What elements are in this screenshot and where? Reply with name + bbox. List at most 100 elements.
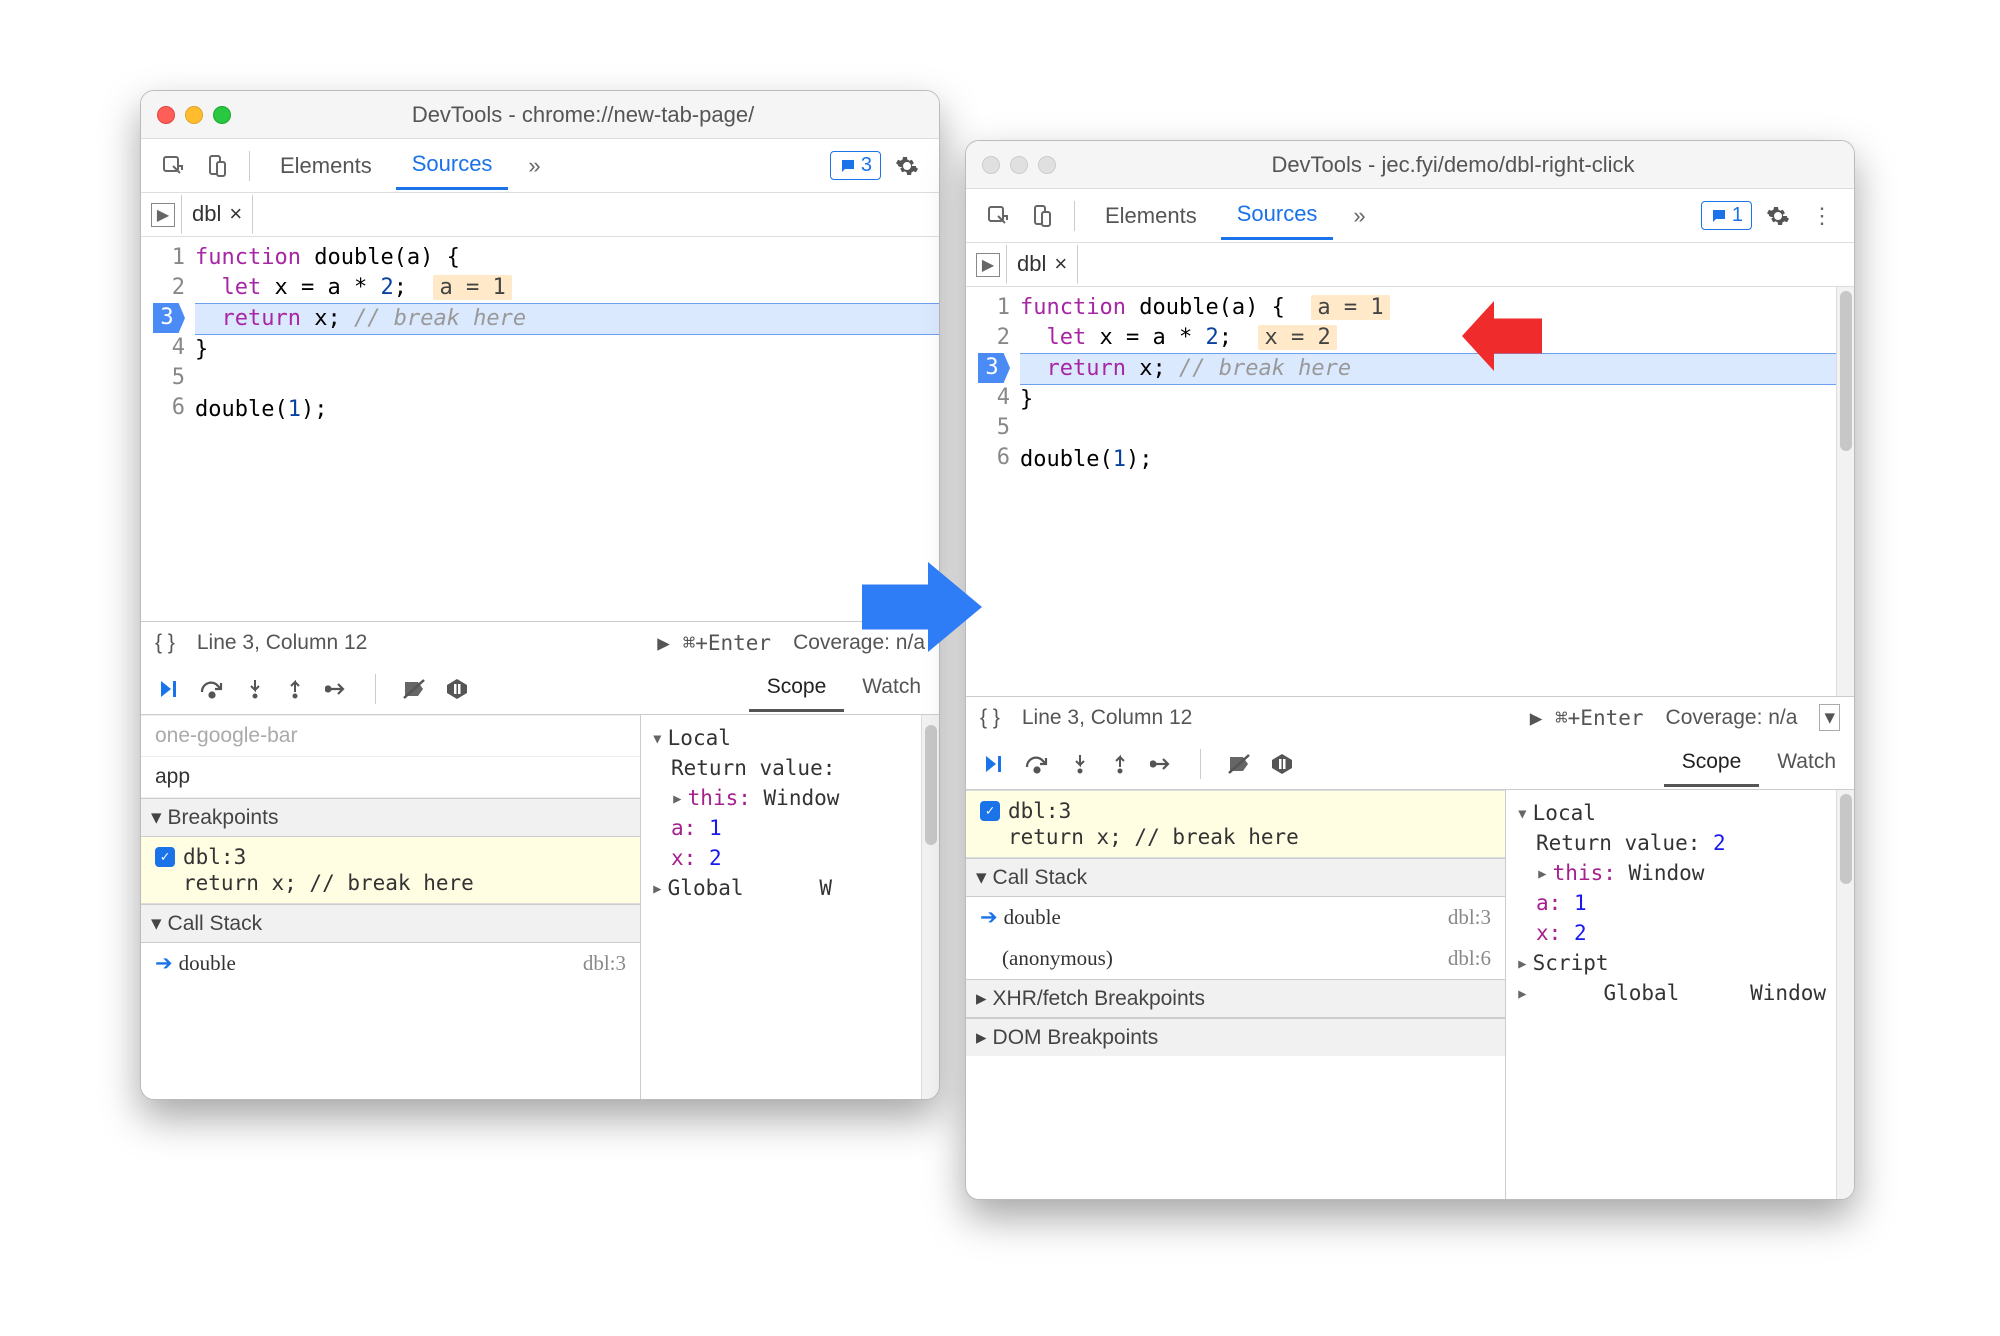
scope-panel[interactable]: Local Return value: 2 this: Window a: 1 …: [1506, 790, 1836, 1199]
xhr-breakpoints-header[interactable]: ▸XHR/fetch Breakpoints: [966, 979, 1505, 1018]
file-tab-dbl[interactable]: dbl ×: [181, 195, 253, 234]
tab-sources[interactable]: Sources: [1221, 191, 1334, 240]
device-icon[interactable]: [199, 148, 235, 184]
more-tabs-icon[interactable]: »: [1341, 198, 1377, 234]
breakpoint-item[interactable]: ✓dbl:3 return x; // break here: [141, 837, 640, 904]
close-icon[interactable]: [982, 156, 1000, 174]
file-tab-label: dbl: [192, 201, 221, 227]
scrollbar[interactable]: [1836, 287, 1854, 696]
inline-value-x: x = 2: [1258, 325, 1336, 350]
device-icon[interactable]: [1024, 198, 1060, 234]
debugger-panels: one-google-bar app ▾Breakpoints ✓dbl:3 r…: [141, 715, 939, 1099]
left-debug-panel[interactable]: ✓dbl:3 return x; // break here ▾Call Sta…: [966, 790, 1506, 1199]
minimize-icon[interactable]: [185, 106, 203, 124]
run-snippet-icon[interactable]: ▶: [151, 203, 175, 227]
issues-badge[interactable]: 1: [1701, 201, 1752, 230]
scope-panel[interactable]: Local Return value: this: Window a: 1 x:…: [641, 715, 921, 1099]
deactivate-breakpoints-icon[interactable]: [402, 678, 426, 700]
file-tab-dbl[interactable]: dbl ×: [1006, 245, 1078, 284]
inspect-icon[interactable]: [980, 198, 1016, 234]
file-tabs: ▶ dbl ×: [966, 243, 1854, 287]
debugger-panels: ✓dbl:3 return x; // break here ▾Call Sta…: [966, 790, 1854, 1199]
tab-sources[interactable]: Sources: [396, 141, 509, 190]
breakpoint-marker[interactable]: 3: [978, 353, 1010, 383]
tab-elements[interactable]: Elements: [1089, 193, 1213, 239]
line-gutter[interactable]: 1 2 3 4 5 6: [141, 237, 195, 621]
tab-watch[interactable]: Watch: [844, 665, 939, 712]
scrollbar[interactable]: [1836, 790, 1854, 1199]
line-gutter[interactable]: 1 2 3 4 5 6: [966, 287, 1020, 696]
maximize-icon[interactable]: [1038, 156, 1056, 174]
scope-script[interactable]: Script: [1516, 948, 1826, 978]
callstack-header[interactable]: ▾Call Stack: [141, 904, 640, 943]
more-tabs-icon[interactable]: »: [516, 148, 552, 184]
stack-frame-anonymous[interactable]: (anonymous) dbl:6: [966, 938, 1505, 979]
inspect-icon[interactable]: [155, 148, 191, 184]
scope-var-x: x: 2: [1536, 918, 1826, 948]
step-out-icon[interactable]: [1110, 753, 1130, 775]
window-title: DevTools - chrome://new-tab-page/: [243, 102, 923, 128]
step-icon[interactable]: [1150, 754, 1174, 774]
app-row[interactable]: app: [141, 757, 640, 798]
left-debug-panel[interactable]: one-google-bar app ▾Breakpoints ✓dbl:3 r…: [141, 715, 641, 1099]
editor-status-bar: { } Line 3, Column 12 ▶ ⌘+Enter Coverage…: [966, 696, 1854, 738]
tab-scope[interactable]: Scope: [749, 665, 845, 712]
close-icon[interactable]: [157, 106, 175, 124]
step-into-icon[interactable]: [1070, 753, 1090, 775]
titlebar[interactable]: DevTools - chrome://new-tab-page/: [141, 91, 939, 139]
step-over-icon[interactable]: [199, 678, 225, 700]
breakpoint-item[interactable]: ✓dbl:3 return x; // break here: [966, 790, 1505, 858]
close-tab-icon[interactable]: ×: [229, 201, 242, 227]
gear-icon[interactable]: [889, 148, 925, 184]
run-snippet-icon[interactable]: ▶: [976, 253, 1000, 277]
kebab-icon[interactable]: ⋮: [1804, 198, 1840, 234]
scope-local[interactable]: Local: [1516, 798, 1826, 828]
checkbox-icon[interactable]: ✓: [980, 801, 1000, 821]
tab-scope[interactable]: Scope: [1664, 740, 1760, 787]
resume-icon[interactable]: [980, 752, 1004, 776]
step-icon[interactable]: [325, 679, 349, 699]
cursor-position: Line 3, Column 12: [197, 631, 367, 655]
scope-this[interactable]: this: Window: [1536, 858, 1826, 888]
step-out-icon[interactable]: [285, 678, 305, 700]
scope-local[interactable]: Local: [651, 723, 911, 753]
traffic-lights: [157, 106, 231, 124]
close-tab-icon[interactable]: ×: [1054, 251, 1067, 277]
separator: [1074, 201, 1075, 231]
titlebar[interactable]: DevTools - jec.fyi/demo/dbl-right-click: [966, 141, 1854, 189]
code-editor[interactable]: 1 2 3 4 5 6 function double(a) { let x =…: [141, 237, 939, 621]
scope-var-x: x: 2: [671, 843, 911, 873]
tab-elements[interactable]: Elements: [264, 143, 388, 189]
resume-icon[interactable]: [155, 677, 179, 701]
collapse-icon[interactable]: ▾: [1819, 704, 1840, 731]
step-into-icon[interactable]: [245, 678, 265, 700]
step-over-icon[interactable]: [1024, 753, 1050, 775]
scope-global[interactable]: Global W: [651, 873, 911, 903]
checkbox-icon[interactable]: ✓: [155, 847, 175, 867]
pretty-print-icon[interactable]: { }: [980, 706, 1000, 730]
inline-value-a: a = 1: [1311, 295, 1389, 320]
scrollbar[interactable]: [921, 715, 939, 1099]
dom-breakpoints-header[interactable]: ▸DOM Breakpoints: [966, 1018, 1505, 1056]
inline-value-a: a = 1: [433, 275, 511, 300]
gear-icon[interactable]: [1760, 198, 1796, 234]
code-body[interactable]: function double(a) { a = 1 let x = a * 2…: [1020, 287, 1836, 696]
callstack-header[interactable]: ▾Call Stack: [966, 858, 1505, 897]
scope-this[interactable]: this: Window: [671, 783, 911, 813]
scope-var-a: a: 1: [1536, 888, 1826, 918]
scope-global[interactable]: GlobalWindow: [1516, 978, 1826, 1008]
pause-on-exceptions-icon[interactable]: [1271, 753, 1293, 775]
breakpoints-header[interactable]: ▾Breakpoints: [141, 798, 640, 837]
breakpoint-marker[interactable]: 3: [153, 303, 185, 333]
issues-badge[interactable]: 3: [830, 151, 881, 180]
maximize-icon[interactable]: [213, 106, 231, 124]
code-editor[interactable]: 1 2 3 4 5 6 function double(a) { a = 1 l…: [966, 287, 1854, 696]
stack-frame-double[interactable]: ➔double dbl:3: [966, 897, 1505, 938]
tab-watch[interactable]: Watch: [1759, 740, 1854, 787]
pause-on-exceptions-icon[interactable]: [446, 678, 468, 700]
code-body[interactable]: function double(a) { let x = a * 2; a = …: [195, 237, 939, 621]
pretty-print-icon[interactable]: { }: [155, 631, 175, 655]
deactivate-breakpoints-icon[interactable]: [1227, 753, 1251, 775]
minimize-icon[interactable]: [1010, 156, 1028, 174]
stack-frame[interactable]: ➔double dbl:3: [141, 943, 640, 984]
